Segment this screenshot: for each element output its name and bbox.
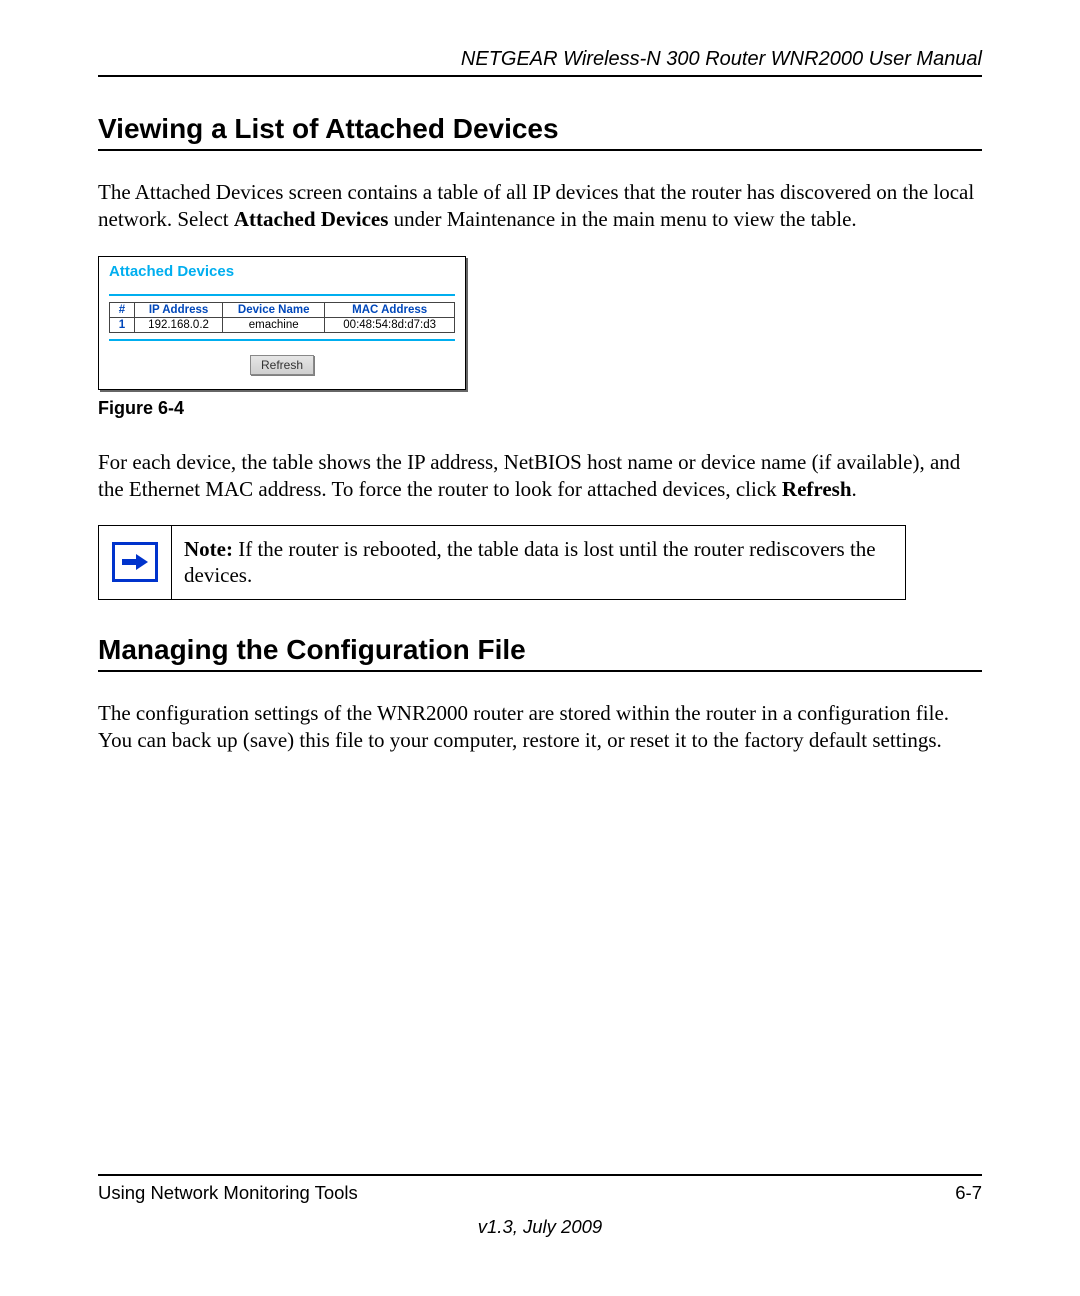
table-row: 1 192.168.0.2 emachine 00:48:54:8d:d7:d3 (110, 317, 455, 332)
refresh-button[interactable]: Refresh (250, 355, 314, 375)
cell-mac: 00:48:54:8d:d7:d3 (325, 317, 455, 332)
attached-devices-panel: Attached Devices # IP Address Device Nam… (98, 256, 466, 390)
col-devicename: Device Name (223, 302, 325, 317)
intro-text-c: under Maintenance in the main menu to vi… (388, 207, 856, 231)
config-paragraph: The configuration settings of the WNR200… (98, 700, 982, 755)
footer-chapter: Using Network Monitoring Tools (98, 1182, 358, 1204)
page-footer: Using Network Monitoring Tools 6-7 v1.3,… (98, 1174, 982, 1238)
note-label: Note: (184, 537, 233, 561)
cell-name: emachine (223, 317, 325, 332)
after-text-c: . (852, 477, 857, 501)
attached-devices-table: # IP Address Device Name MAC Address 1 1… (109, 302, 455, 333)
running-head: NETGEAR Wireless-N 300 Router WNR2000 Us… (98, 48, 982, 71)
note-text: Note: If the router is rebooted, the tab… (172, 526, 906, 600)
heading-rule (98, 149, 982, 151)
intro-paragraph: The Attached Devices screen contains a t… (98, 179, 982, 234)
cell-num: 1 (110, 317, 135, 332)
panel-separator (109, 294, 455, 296)
col-num: # (110, 302, 135, 317)
note-icon-cell (99, 526, 172, 600)
arrow-right-icon (112, 542, 158, 582)
panel-title: Attached Devices (109, 263, 455, 280)
col-ip: IP Address (135, 302, 223, 317)
figure-caption: Figure 6-4 (98, 398, 982, 419)
heading-rule-2 (98, 670, 982, 672)
header-rule (98, 75, 982, 77)
footer-rule (98, 1174, 982, 1176)
panel-separator-bottom (109, 339, 455, 341)
intro-bold: Attached Devices (234, 207, 389, 231)
cell-ip: 192.168.0.2 (135, 317, 223, 332)
section-heading-attached-devices: Viewing a List of Attached Devices (98, 113, 982, 145)
section-heading-config-file: Managing the Configuration File (98, 634, 982, 666)
col-mac: MAC Address (325, 302, 455, 317)
table-header-row: # IP Address Device Name MAC Address (110, 302, 455, 317)
after-bold: Refresh (782, 477, 852, 501)
note-box: Note: If the router is rebooted, the tab… (98, 525, 906, 600)
note-body: If the router is rebooted, the table dat… (184, 537, 876, 587)
after-panel-paragraph: For each device, the table shows the IP … (98, 449, 982, 504)
footer-version: v1.3, July 2009 (98, 1216, 982, 1238)
footer-page-number: 6-7 (955, 1182, 982, 1204)
